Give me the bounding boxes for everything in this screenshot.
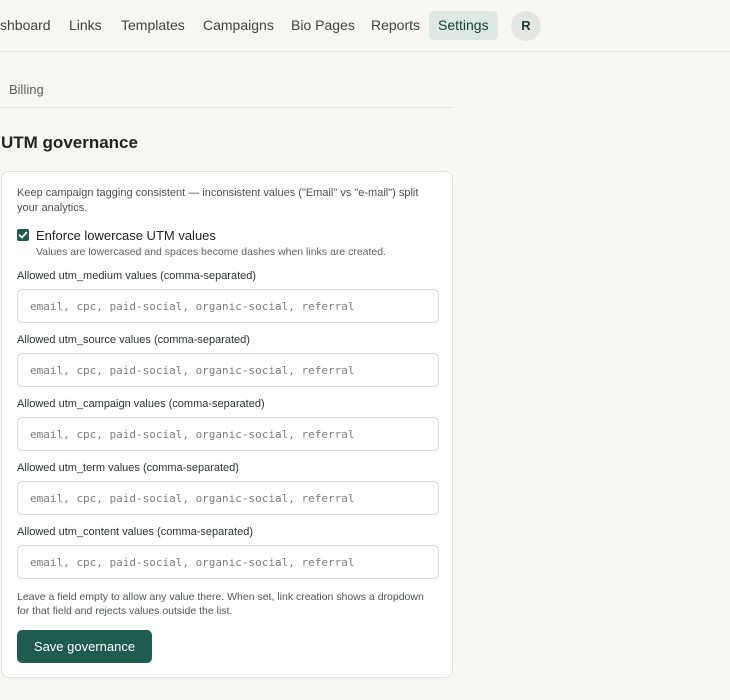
subtab-divider: [0, 107, 453, 108]
utm-source-input[interactable]: [17, 353, 439, 387]
subtab-billing[interactable]: Billing: [9, 82, 44, 97]
nav-reports[interactable]: Reports: [362, 11, 429, 40]
governance-footnote: Leave a field empty to allow any value t…: [17, 591, 424, 617]
utm-content-input[interactable]: [17, 545, 439, 579]
utm-medium-label: Allowed utm_medium values (comma-separat…: [17, 270, 257, 282]
checkmark-icon: [18, 231, 28, 239]
utm-governance-card: Keep campaign tagging consistent — incon…: [1, 171, 453, 678]
utm-campaign-label: Allowed utm_campaign values (comma-separ…: [17, 398, 265, 410]
top-navigation: shboard Links Templates Campaigns Bio Pa…: [0, 0, 730, 52]
nav-settings[interactable]: Settings: [429, 11, 498, 40]
nav-dashboard[interactable]: shboard: [0, 11, 60, 40]
utm-term-label: Allowed utm_term values (comma-separated…: [17, 462, 239, 474]
enforce-lowercase-label[interactable]: Enforce lowercase UTM values: [36, 228, 216, 243]
enforce-lowercase-checkbox[interactable]: [17, 229, 29, 241]
nav-campaigns[interactable]: Campaigns: [194, 11, 283, 40]
utm-medium-input[interactable]: [17, 289, 439, 323]
avatar[interactable]: R: [511, 11, 541, 41]
utm-content-label: Allowed utm_content values (comma-separa…: [17, 526, 254, 538]
utm-campaign-input[interactable]: [17, 417, 439, 451]
intro-text: Keep campaign tagging consistent — incon…: [17, 187, 419, 214]
nav-links[interactable]: Links: [60, 11, 111, 40]
nav-templates[interactable]: Templates: [112, 11, 194, 40]
enforce-lowercase-help: Values are lowercased and spaces become …: [36, 246, 387, 258]
utm-term-input[interactable]: [17, 481, 439, 515]
page-title: UTM governance: [1, 133, 138, 152]
nav-bio-pages[interactable]: Bio Pages: [282, 11, 364, 40]
utm-source-label: Allowed utm_source values (comma-separat…: [17, 334, 250, 346]
save-governance-button[interactable]: Save governance: [17, 630, 152, 663]
